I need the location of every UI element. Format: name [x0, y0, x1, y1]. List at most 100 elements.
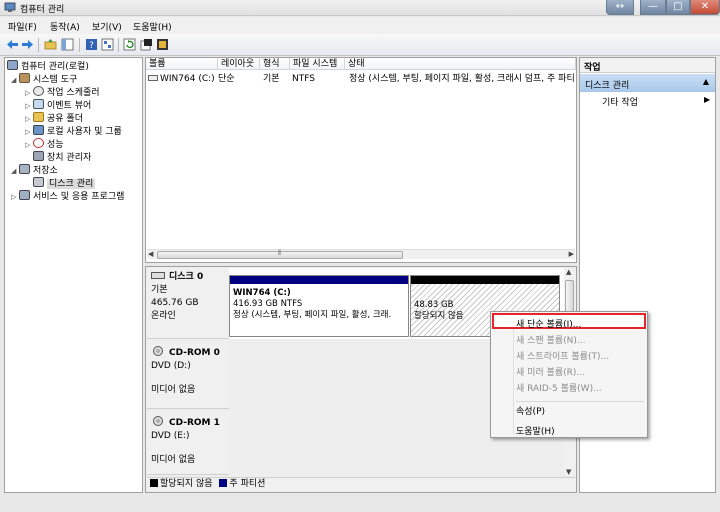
tree-item-storage[interactable]: ◢ 저장소	[11, 164, 58, 177]
submenu-arrow-icon[interactable]: ▶	[704, 95, 710, 104]
expand-arrow-icon[interactable]: ▷	[25, 126, 33, 138]
tree-item-local-users[interactable]: ▷ 로컬 사용자 및 그룹	[25, 125, 122, 138]
partition-status: 정상 (시스템, 부팅, 페이지 파일, 활성, 크래.	[233, 310, 392, 320]
volume-icon	[148, 75, 158, 81]
menu-file[interactable]: 파일(F)	[8, 20, 37, 33]
partition-name: WIN764 (C:)	[233, 288, 291, 298]
settings-icon[interactable]	[156, 38, 169, 51]
primary-partition-bar	[230, 276, 408, 284]
menu-view[interactable]: 보기(V)	[92, 20, 122, 33]
disk-management-icon	[33, 177, 44, 187]
forward-arrow-icon[interactable]	[21, 38, 34, 51]
menu-separator	[516, 401, 644, 402]
tree-item-shared-folders[interactable]: ▷ 공유 폴더	[25, 112, 83, 125]
computer-icon	[7, 60, 18, 70]
disk-0-label[interactable]: 디스크 0 기본 465.76 GB 온라인	[147, 268, 229, 339]
actions-section-disk-management[interactable]: 디스크 관리 ▲	[580, 74, 715, 92]
expand-arrow-icon[interactable]: ▷	[25, 100, 33, 112]
up-folder-icon[interactable]	[44, 38, 57, 51]
disk-type: 기본	[151, 285, 168, 295]
context-menu: 새 단순 볼륨(I)... 새 스팬 볼륨(N)... 새 스트라이프 볼륨(T…	[490, 311, 648, 438]
menu-item-help[interactable]: 도움말(H)	[516, 424, 555, 437]
toolbar-separator	[38, 38, 39, 52]
cell-filesystem: NTFS	[292, 74, 315, 84]
resize-button[interactable]: ↔	[606, 0, 634, 15]
cdrom-0-label[interactable]: CD-ROM 0 DVD (D:) 미디어 없음	[147, 343, 229, 409]
properties-icon[interactable]	[101, 38, 114, 51]
tree-label: 공유 폴더	[47, 114, 83, 124]
tree-item-event-viewer[interactable]: ▷ 이벤트 뷰어	[25, 99, 91, 112]
toolbar-separator	[118, 38, 119, 52]
menu-item-new-simple-volume[interactable]: 새 단순 볼륨(I)...	[516, 317, 581, 330]
menu-item-new-mirrored-volume[interactable]: 새 미러 볼륨(R)...	[516, 365, 585, 378]
cdrom-1-label[interactable]: CD-ROM 1 DVD (E:) 미디어 없음	[147, 413, 229, 475]
column-header-layout[interactable]: 레이아웃	[218, 58, 260, 70]
close-button[interactable]: ✕	[690, 0, 720, 15]
cell-status: 정상 (시스템, 부팅, 페이지 파일, 활성, 크래시 덤프, 주 파티	[349, 74, 575, 84]
collapse-caret-icon[interactable]: ▲	[703, 77, 709, 86]
menu-help[interactable]: 도움말(H)	[133, 20, 172, 33]
tree-item-services[interactable]: ▷ 서비스 및 응용 프로그램	[11, 190, 124, 203]
scrollbar-thumb[interactable]	[565, 280, 574, 312]
menu-item-properties[interactable]: 속성(P)	[516, 404, 545, 417]
services-icon	[19, 190, 30, 200]
cdrom-drive: DVD (E:)	[151, 431, 190, 441]
column-header-filesystem[interactable]: 파일 시스템	[290, 58, 345, 70]
tree-label: 컴퓨터 관리(로컬)	[21, 62, 89, 72]
tree-label: 디스크 관리	[47, 179, 96, 189]
users-icon	[33, 125, 44, 135]
performance-icon	[33, 138, 44, 148]
maximize-button[interactable]: □	[666, 0, 690, 15]
tree-label: 로컬 사용자 및 그룹	[47, 127, 122, 137]
expand-arrow-icon[interactable]: ▷	[25, 139, 33, 151]
tree-item-disk-management[interactable]: 디스크 관리	[33, 177, 96, 190]
menu-item-new-raid5-volume[interactable]: 새 RAID-5 볼륨(W)...	[516, 381, 602, 394]
partition-c[interactable]: WIN764 (C:) 416.93 GB NTFS 정상 (시스템, 부팅, …	[229, 275, 409, 337]
horizontal-scrollbar[interactable]: ◀ ⦀ ▶	[147, 249, 575, 259]
expand-arrow-icon[interactable]: ▷	[11, 191, 19, 203]
tree-item-task-scheduler[interactable]: ▷ 작업 스케줄러	[25, 86, 100, 99]
actions-section-label: 디스크 관리	[585, 81, 630, 91]
column-header-volume[interactable]: 볼륨	[146, 58, 218, 70]
tree-label: 시스템 도구	[33, 75, 78, 85]
shared-folder-icon	[33, 112, 44, 122]
computer-management-icon	[4, 2, 16, 12]
tree-item-performance[interactable]: ▷ 성능	[25, 138, 64, 151]
scroll-down-arrow-icon[interactable]: ▼	[566, 468, 571, 476]
menu-gutter	[513, 314, 514, 435]
show-hide-tree-icon[interactable]	[61, 38, 74, 51]
tree-label: 이벤트 뷰어	[47, 101, 92, 111]
scrollbar-thumb[interactable]: ⦀	[157, 249, 403, 259]
back-arrow-icon[interactable]	[6, 38, 19, 51]
collapse-arrow-icon[interactable]: ◢	[11, 74, 19, 86]
tree-item-system-tools[interactable]: ◢ 시스템 도구	[11, 73, 77, 86]
menu-item-new-spanned-volume[interactable]: 새 스팬 볼륨(N)...	[516, 333, 585, 346]
column-header-type[interactable]: 형식	[260, 58, 290, 70]
title-bar: 컴퓨터 관리 ↔ — □ ✕	[0, 0, 720, 16]
expand-arrow-icon[interactable]: ▷	[25, 113, 33, 125]
cell-layout: 단순	[218, 74, 235, 84]
menu-action[interactable]: 동작(A)	[50, 20, 80, 33]
legend-swatch-primary	[219, 479, 228, 487]
minimize-button[interactable]: —	[640, 0, 666, 15]
tree-label: 장치 관리자	[47, 153, 92, 163]
tree-item-device-manager[interactable]: 장치 관리자	[33, 151, 91, 164]
scroll-left-arrow-icon[interactable]: ◀	[148, 250, 153, 258]
tree-label: 성능	[47, 140, 64, 150]
tree-item-computer-management[interactable]: 컴퓨터 관리(로컬)	[7, 60, 89, 73]
scroll-right-arrow-icon[interactable]: ▶	[569, 250, 574, 258]
scroll-up-arrow-icon[interactable]: ▲	[566, 268, 571, 276]
expand-arrow-icon[interactable]: ▷	[25, 87, 33, 99]
actions-header: 작업	[580, 58, 715, 73]
column-header-status[interactable]: 상태	[345, 58, 576, 70]
grip-icon: ⦀	[278, 249, 282, 257]
legend-label-unallocated: 할당되지 않음	[160, 479, 213, 489]
more-actions-link[interactable]: 기타 작업	[602, 95, 638, 108]
help-icon[interactable]: ?	[85, 38, 98, 51]
disk-size: 465.76 GB	[151, 298, 199, 308]
collapse-arrow-icon[interactable]: ◢	[11, 165, 19, 177]
refresh-icon[interactable]	[123, 38, 136, 51]
cell-volume: WIN764 (C:)	[160, 74, 215, 84]
menu-item-new-striped-volume[interactable]: 새 스트라이프 볼륨(T)...	[516, 349, 609, 362]
export-icon[interactable]	[140, 38, 153, 51]
